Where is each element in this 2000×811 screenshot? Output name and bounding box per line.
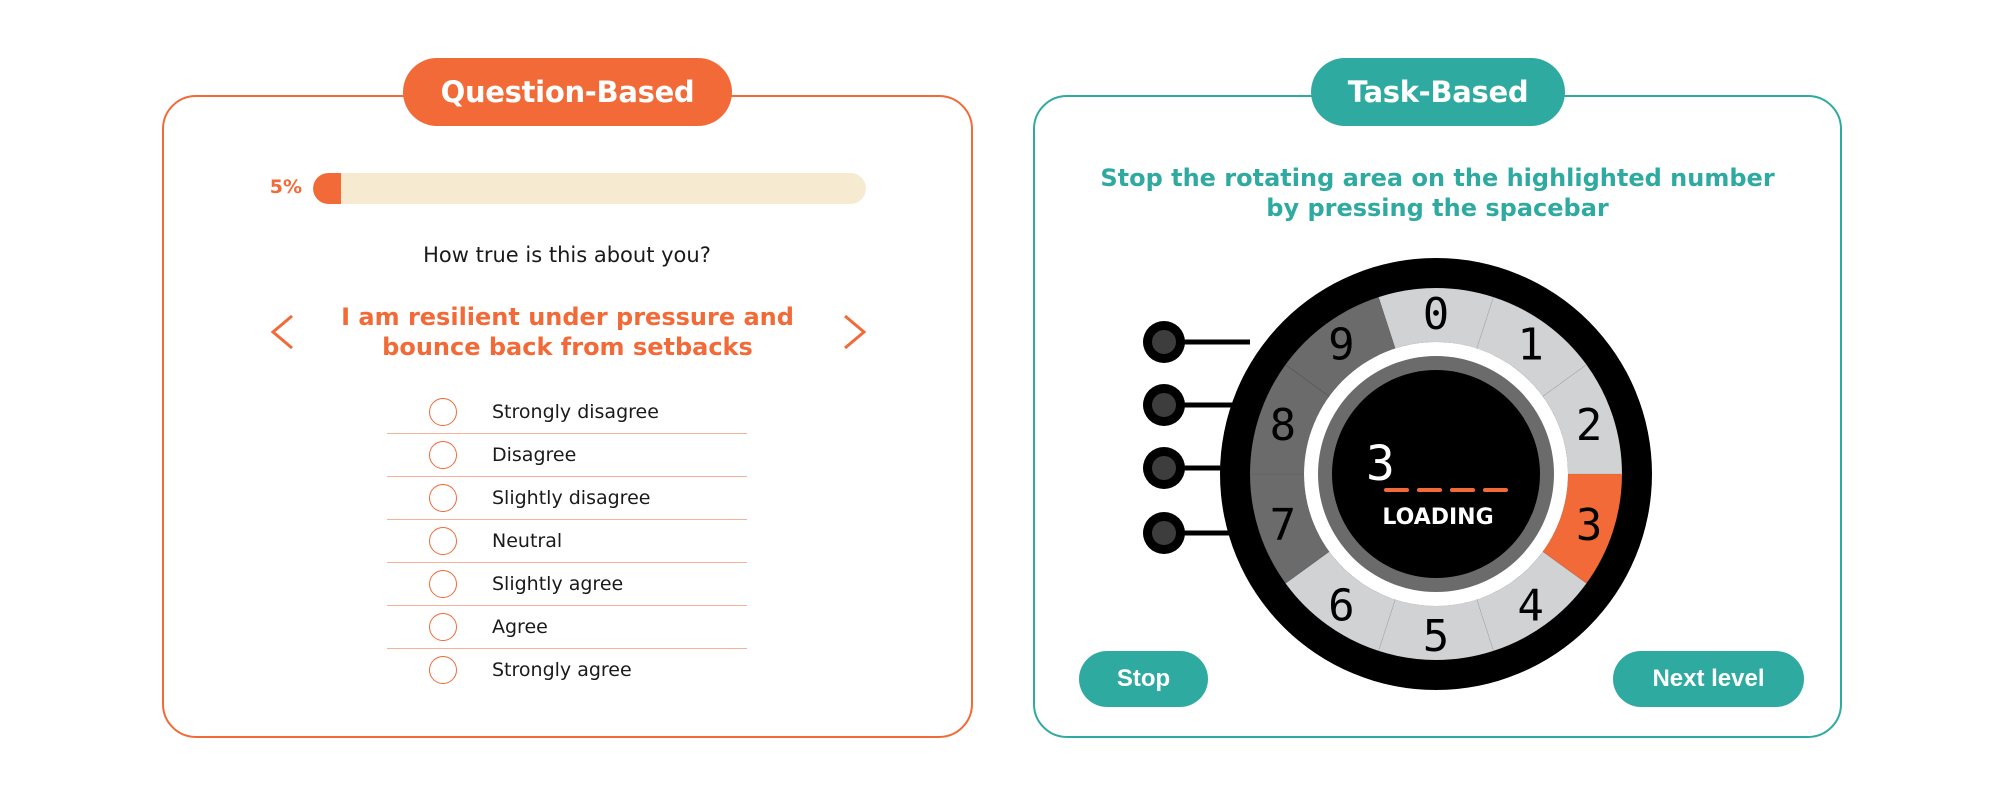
answer-option-label: Agree bbox=[492, 616, 548, 638]
answer-option[interactable]: Slightly disagree bbox=[387, 477, 747, 520]
dial-number-9: 9 bbox=[1328, 320, 1355, 371]
task-instruction: Stop the rotating area on the highlighte… bbox=[1100, 164, 1775, 222]
chevron-right-icon[interactable] bbox=[843, 315, 867, 349]
answer-option[interactable]: Disagree bbox=[387, 434, 747, 477]
answer-option-label: Disagree bbox=[492, 444, 577, 466]
answer-option[interactable]: Neutral bbox=[387, 520, 747, 563]
answer-option[interactable]: Strongly disagree bbox=[387, 391, 747, 434]
dial-number-7: 7 bbox=[1270, 500, 1297, 551]
radio-button[interactable] bbox=[429, 441, 457, 469]
radio-button[interactable] bbox=[429, 570, 457, 598]
chevron-left-icon[interactable] bbox=[270, 315, 294, 349]
progress-label: 5% bbox=[269, 176, 302, 198]
rotating-dial[interactable]: 01234567893LOADING bbox=[1130, 250, 1670, 700]
dial-number-1: 1 bbox=[1517, 320, 1544, 371]
dial-number-0: 0 bbox=[1423, 289, 1450, 340]
display-screen bbox=[1332, 370, 1540, 578]
display-dash bbox=[1384, 488, 1409, 492]
display-dash bbox=[1483, 488, 1508, 492]
answer-options: Strongly disagree Disagree Slightly disagr… bbox=[387, 391, 747, 692]
dial-number-6: 6 bbox=[1328, 580, 1355, 631]
dial-number-5: 5 bbox=[1423, 611, 1450, 662]
answer-option-label: Slightly disagree bbox=[492, 487, 651, 509]
next-level-button[interactable]: Next level bbox=[1613, 651, 1804, 707]
task-based-title: Task-Based bbox=[1311, 58, 1565, 126]
radio-button[interactable] bbox=[429, 484, 457, 512]
question-statement: I am resilient under pressure and bounce… bbox=[341, 303, 794, 361]
knob-center bbox=[1152, 456, 1176, 480]
radio-button[interactable] bbox=[429, 656, 457, 684]
progress-bar bbox=[313, 173, 866, 204]
answer-option-label: Strongly agree bbox=[492, 659, 632, 681]
knob-center bbox=[1152, 521, 1176, 545]
radio-button[interactable] bbox=[429, 613, 457, 641]
question-based-title: Question-Based bbox=[403, 58, 732, 126]
dial-number-3: 3 bbox=[1576, 500, 1603, 551]
dial-number-4: 4 bbox=[1517, 580, 1544, 631]
radio-button[interactable] bbox=[429, 398, 457, 426]
answer-option[interactable]: Agree bbox=[387, 606, 747, 649]
display-dash bbox=[1450, 488, 1475, 492]
stop-button[interactable]: Stop bbox=[1079, 651, 1208, 707]
answer-option-label: Strongly disagree bbox=[492, 401, 659, 423]
radio-button[interactable] bbox=[429, 527, 457, 555]
display-digit: 3 bbox=[1366, 436, 1395, 492]
dial-number-8: 8 bbox=[1270, 400, 1297, 451]
answer-option-label: Slightly agree bbox=[492, 573, 624, 595]
display-dash bbox=[1417, 488, 1442, 492]
answer-option[interactable]: Strongly agree bbox=[387, 649, 747, 692]
knob-center bbox=[1152, 330, 1176, 354]
question-prompt: How true is this about you? bbox=[423, 243, 711, 267]
display-status: LOADING bbox=[1382, 505, 1493, 530]
answer-option[interactable]: Slightly agree bbox=[387, 563, 747, 606]
answer-option-label: Neutral bbox=[492, 530, 563, 552]
knob-center bbox=[1152, 393, 1176, 417]
progress-fill bbox=[313, 173, 341, 204]
dial-number-2: 2 bbox=[1576, 400, 1603, 451]
